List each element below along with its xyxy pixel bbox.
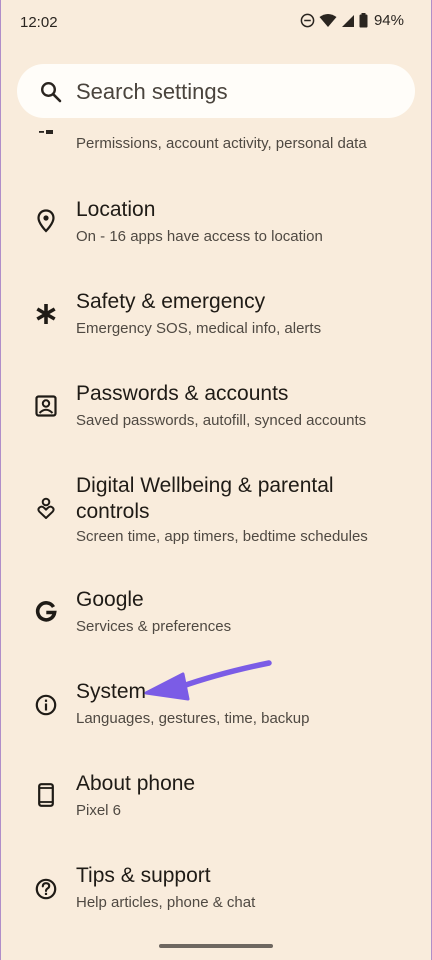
search-placeholder: Search settings <box>76 79 228 104</box>
settings-item-subtitle: Services & preferences <box>76 618 232 635</box>
settings-item-subtitle: Permissions, account activity, personal … <box>76 135 367 152</box>
settings-item-location[interactable]: Location On - 16 apps have access to loc… <box>0 190 432 260</box>
settings-item-subtitle: Screen time, app timers, bedtime schedul… <box>76 528 368 545</box>
settings-item-subtitle: On - 16 apps have access to location <box>76 228 323 245</box>
google-g-icon <box>33 599 59 625</box>
status-time: 12:02 <box>20 14 58 31</box>
wellbeing-icon <box>33 496 59 522</box>
settings-item-digital-wellbeing[interactable]: Digital Wellbeing & parental controls Sc… <box>0 466 432 566</box>
wifi-icon <box>319 14 337 27</box>
settings-item-tips-support[interactable]: Tips & support Help articles, phone & ch… <box>0 856 432 926</box>
home-indicator[interactable] <box>159 944 273 948</box>
location-pin-icon <box>33 208 59 234</box>
settings-item-safety-emergency[interactable]: Safety & emergency Emergency SOS, medica… <box>0 282 432 352</box>
annotation-arrow-icon <box>144 660 272 701</box>
asterisk-icon <box>33 301 59 327</box>
phone-icon <box>33 782 59 808</box>
privacy-icon <box>39 130 53 134</box>
settings-item-title: Google <box>76 588 144 611</box>
settings-item-subtitle: Emergency SOS, medical info, alerts <box>76 320 322 337</box>
settings-item-title-line2: controls <box>76 500 150 523</box>
settings-item-title: Location <box>76 198 156 221</box>
settings-item-google[interactable]: Google Services & preferences <box>0 580 432 650</box>
settings-item-title-line1: Digital Wellbeing & parental <box>76 474 334 497</box>
settings-item-subtitle: Languages, gestures, time, backup <box>76 710 310 727</box>
settings-item-subtitle: Saved passwords, autofill, synced accoun… <box>76 412 367 429</box>
help-icon <box>33 876 59 902</box>
settings-item-subtitle: Pixel 6 <box>76 802 122 819</box>
settings-item-subtitle: Help articles, phone & chat <box>76 894 256 911</box>
info-icon <box>33 692 59 718</box>
search-icon <box>40 81 62 103</box>
settings-item-passwords-accounts[interactable]: Passwords & accounts Saved passwords, au… <box>0 374 432 444</box>
do-not-disturb-icon <box>300 13 315 28</box>
settings-item-title: Safety & emergency <box>76 290 266 313</box>
settings-item-title: Passwords & accounts <box>76 382 289 405</box>
settings-item-privacy[interactable]: Permissions, account activity, personal … <box>0 120 432 160</box>
settings-item-title: About phone <box>76 772 196 795</box>
status-bar: 12:02 94% <box>0 0 432 46</box>
status-icons: 94% <box>300 12 404 29</box>
account-box-icon <box>33 393 59 419</box>
settings-item-title: Tips & support <box>76 864 211 887</box>
battery-icon <box>359 13 368 28</box>
battery-percentage: 94% <box>373 12 404 29</box>
cellular-signal-icon <box>341 14 354 27</box>
settings-item-title: System <box>76 680 147 703</box>
settings-item-about-phone[interactable]: About phone Pixel 6 <box>0 764 432 834</box>
search-bar[interactable]: Search settings <box>17 64 415 118</box>
